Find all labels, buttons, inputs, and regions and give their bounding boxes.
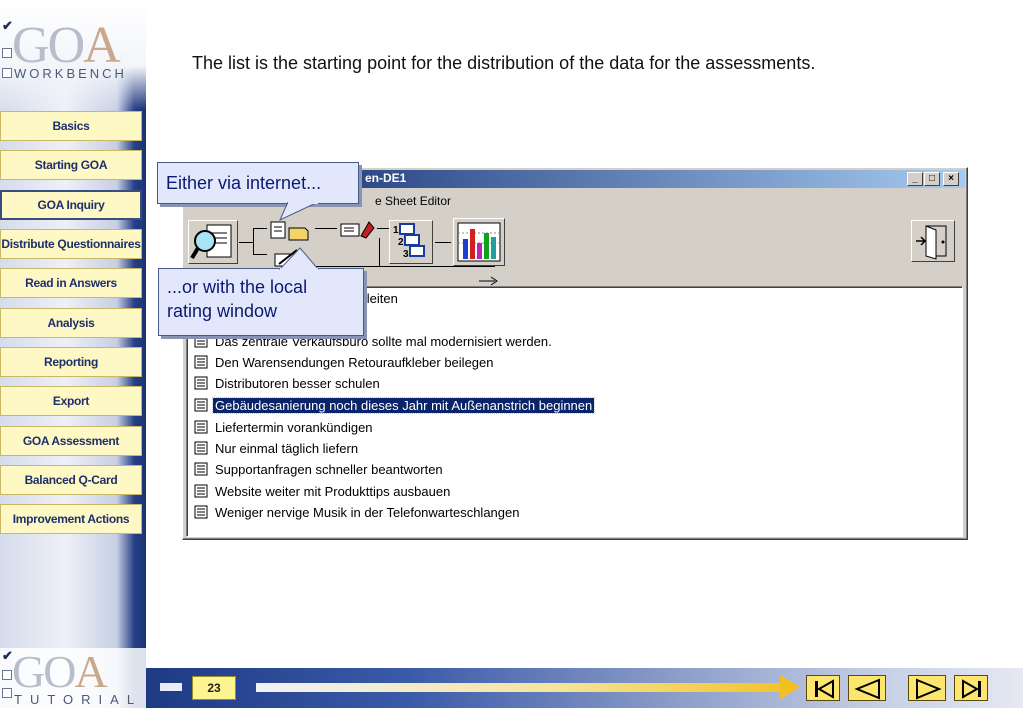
first-page-button[interactable] xyxy=(806,675,840,701)
nav-read-in-answers[interactable]: Read in Answers xyxy=(0,268,142,298)
flow-arrow-icon xyxy=(479,276,498,286)
logo-letter-a: A xyxy=(74,646,107,697)
nav-export[interactable]: Export xyxy=(0,386,142,416)
svg-text:1: 1 xyxy=(393,225,399,236)
list-item-text: Distributoren besser schulen xyxy=(215,375,380,391)
logo-letters: GOA xyxy=(12,646,108,697)
inquiry-list-tool[interactable] xyxy=(188,220,238,264)
nav-balanced-q-card[interactable]: Balanced Q-Card xyxy=(0,465,142,495)
close-button[interactable]: × xyxy=(943,172,959,186)
sidebar: ✔ GOA WORKBENCH Basics Starting GOA GOA … xyxy=(0,0,146,708)
page-number: 23 xyxy=(192,676,236,700)
document-icon xyxy=(194,484,208,498)
list-item[interactable]: Distributoren besser schulen xyxy=(193,373,382,393)
document-icon xyxy=(194,398,208,412)
nav-improvement-actions[interactable]: Improvement Actions xyxy=(0,504,142,534)
logo-subtitle: WORKBENCH xyxy=(14,66,127,81)
list-item-text: Liefertermin vorankündigen xyxy=(215,419,373,435)
last-page-button[interactable] xyxy=(954,675,988,701)
nav-reporting[interactable]: Reporting xyxy=(0,347,142,377)
analysis-chart-tool[interactable] xyxy=(453,218,505,266)
nav-goa-inquiry[interactable]: GOA Inquiry xyxy=(0,190,142,220)
nav-basics[interactable]: Basics xyxy=(0,111,142,141)
list-item[interactable]: Supportanfragen schneller beantworten xyxy=(193,459,445,479)
document-icon xyxy=(194,355,208,369)
tutorial-slide: ✔ GOA WORKBENCH Basics Starting GOA GOA … xyxy=(0,0,1023,708)
minimize-button[interactable]: _ xyxy=(907,172,923,186)
flow-connector xyxy=(253,228,254,254)
logo-letter-o: O xyxy=(43,646,76,697)
list-item-text: Supportanfragen schneller beantworten xyxy=(215,461,443,477)
document-icon xyxy=(194,420,208,434)
list-item[interactable]: Website weiter mit Produkttips ausbauen xyxy=(193,481,452,501)
callout-local-line1: ...or with the local xyxy=(167,277,308,297)
nav-goa-assessment[interactable]: GOA Assessment xyxy=(0,426,142,456)
flow-connector xyxy=(377,228,389,229)
checkbox-icon xyxy=(2,68,12,78)
document-icon xyxy=(194,462,208,476)
checkbox-icon xyxy=(2,688,12,698)
progress-arrow-icon xyxy=(780,675,800,699)
document-icon xyxy=(194,376,208,390)
list-item-text: Gebäudesanierung noch dieses Jahr mit Au… xyxy=(211,396,596,414)
nav-starting-goa[interactable]: Starting GOA xyxy=(0,150,142,180)
callout-internet-text: Either via internet... xyxy=(166,173,322,193)
checkbox-icon xyxy=(2,670,12,680)
numbered-sheets-tool[interactable]: 1 2 3 xyxy=(389,220,433,264)
app-window: en-DE1 _ □ × e Sheet Editor 1 2 3 weiter… xyxy=(182,167,968,540)
list-item[interactable]: Liefertermin vorankündigen xyxy=(193,417,375,437)
maximize-button[interactable]: □ xyxy=(924,172,940,186)
svg-text:2: 2 xyxy=(398,237,404,248)
list-item[interactable]: Weniger nervige Musik in der Telefonwart… xyxy=(193,502,521,522)
list-item-text: Website weiter mit Produkttips ausbauen xyxy=(215,483,451,499)
list-item[interactable]: Nur einmal täglich liefern xyxy=(193,438,360,458)
callout-local-rating: ...or with the local rating window xyxy=(158,268,364,336)
goa-workbench-logo: ✔ GOA WORKBENCH xyxy=(0,18,146,81)
bar-chart-icon xyxy=(457,222,501,262)
flow-connector xyxy=(239,242,253,243)
previous-page-button[interactable] xyxy=(848,675,886,701)
window-title: en-DE1 xyxy=(365,171,407,185)
mail-icon xyxy=(340,221,375,239)
flow-connector xyxy=(253,254,267,255)
flow-connector xyxy=(315,228,337,229)
next-page-button[interactable] xyxy=(908,675,946,701)
list-item-text: Den Warensendungen Retouraufkleber beile… xyxy=(215,354,494,370)
logo-letter-g: G xyxy=(12,646,45,697)
flow-connector xyxy=(253,228,267,229)
send-mail-tool[interactable] xyxy=(339,218,377,240)
footer-marker xyxy=(160,683,182,691)
exit-door-icon xyxy=(916,225,947,260)
menu-sheet-editor[interactable]: e Sheet Editor xyxy=(375,194,451,208)
svg-text:3: 3 xyxy=(403,249,409,260)
flow-connector xyxy=(435,242,451,243)
list-item[interactable]: Den Warensendungen Retouraufkleber beile… xyxy=(193,352,495,372)
slide-headline: The list is the starting point for the d… xyxy=(192,53,816,73)
first-page-icon xyxy=(815,679,834,699)
callout-tail xyxy=(278,247,320,270)
list-item-selected[interactable]: Gebäudesanierung noch dieses Jahr mit Au… xyxy=(193,395,596,415)
progress-line xyxy=(256,683,786,692)
nav-analysis[interactable]: Analysis xyxy=(0,308,142,338)
list-item-text: Nur einmal täglich liefern xyxy=(215,440,359,456)
last-page-icon xyxy=(962,679,981,699)
magnifier-document-icon xyxy=(190,224,232,260)
callout-local-line2: rating window xyxy=(167,301,278,321)
callout-internet: Either via internet... xyxy=(157,162,359,204)
flow-connector xyxy=(379,238,380,266)
document-icon xyxy=(194,441,208,455)
previous-page-icon xyxy=(854,678,880,700)
callout-tail xyxy=(278,202,319,222)
document-icon xyxy=(194,505,208,519)
checkbox-icon xyxy=(2,48,12,58)
list-item-text: Weniger nervige Musik in der Telefonwart… xyxy=(215,504,520,520)
nav-distribute-questionnaires[interactable]: Distribute Questionnaires xyxy=(0,229,142,259)
numbered-cards-icon: 1 2 3 xyxy=(393,223,425,260)
goa-tutorial-logo: ✔ GOA TUTORIAL xyxy=(0,648,146,708)
next-page-icon xyxy=(916,678,942,700)
logo-subtitle: TUTORIAL xyxy=(14,692,143,707)
exit-tool[interactable] xyxy=(911,220,955,262)
